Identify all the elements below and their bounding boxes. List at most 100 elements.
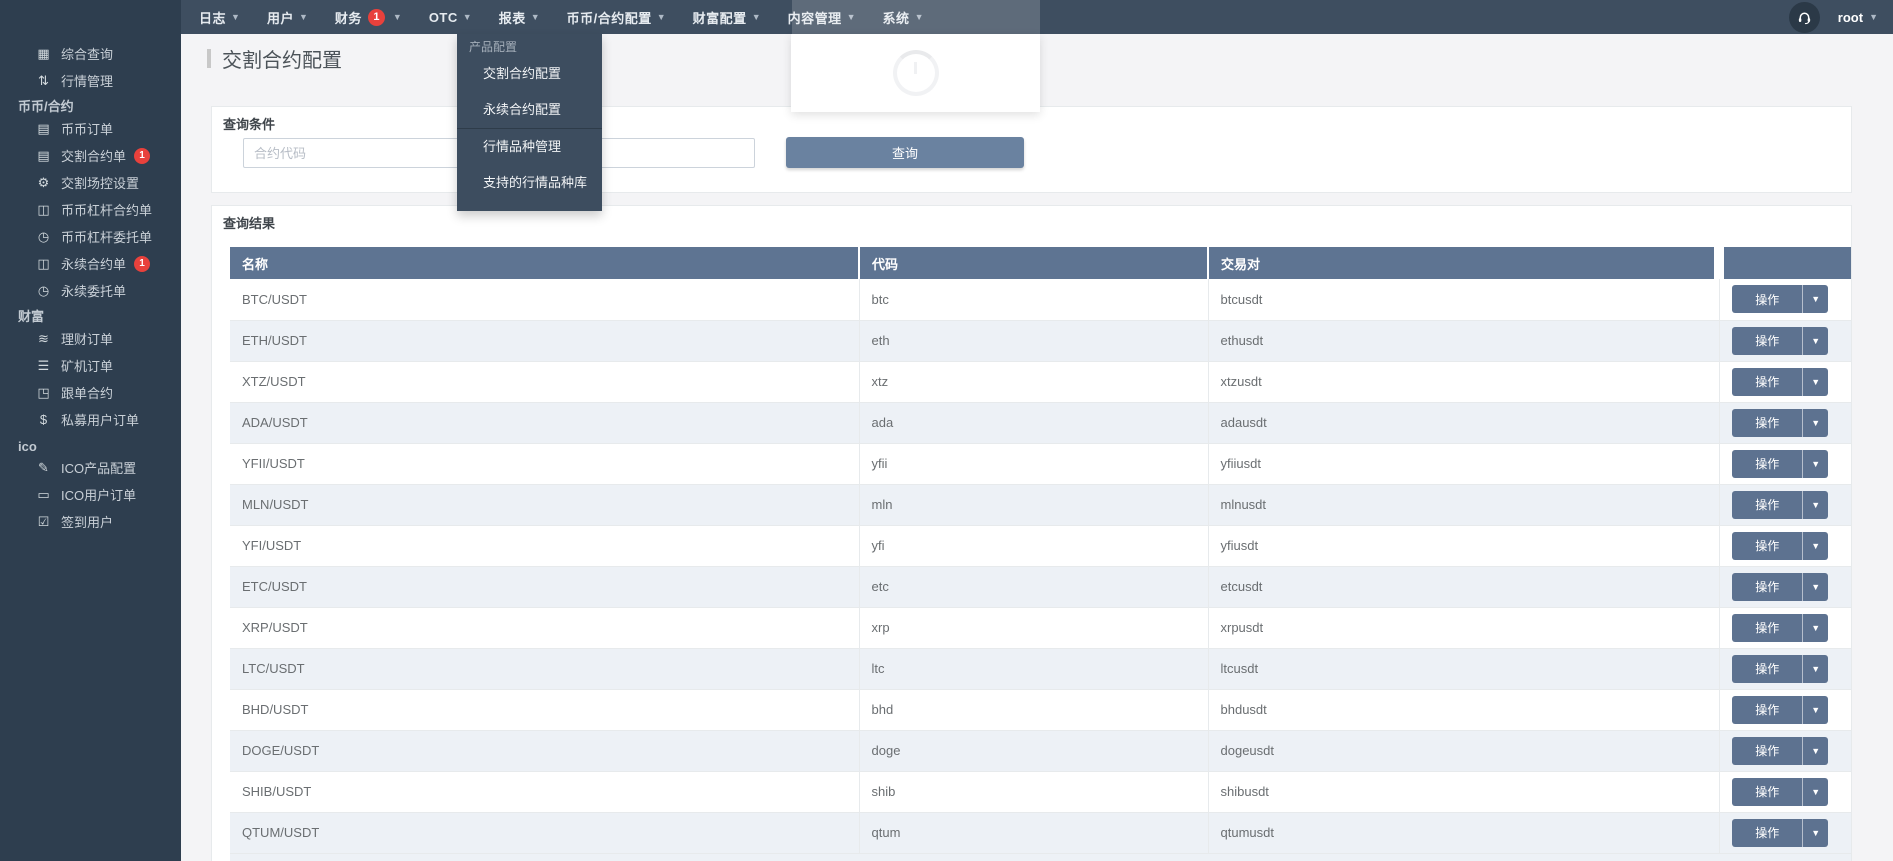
chevron-down-icon: ▼ [657, 12, 666, 22]
action-button[interactable]: 操作 [1732, 737, 1802, 765]
cell-code: ltc [859, 648, 1208, 689]
action-button[interactable]: 操作 [1732, 409, 1802, 437]
navbar-menu-item[interactable]: 报表 ▼ [499, 8, 540, 27]
notification-badge: 1 [134, 148, 150, 164]
action-dropdown-toggle[interactable]: ▼ [1802, 491, 1828, 519]
action-dropdown-toggle[interactable]: ▼ [1802, 614, 1828, 642]
action-button-group: 操作 ▼ [1732, 778, 1828, 806]
action-button[interactable]: 操作 [1732, 819, 1802, 847]
dropdown-menu-item[interactable]: 交割合约配置 [457, 56, 602, 92]
contract-copy-icon: ◫ [35, 202, 52, 218]
action-dropdown-toggle[interactable]: ▼ [1802, 409, 1828, 437]
action-dropdown-toggle[interactable]: ▼ [1802, 778, 1828, 806]
sidebar-item[interactable]: ☰ 矿机订单 [0, 352, 181, 379]
support-headset-button[interactable] [1789, 2, 1820, 33]
sidebar-item[interactable]: ⇅ 行情管理 [0, 67, 181, 94]
cell-actions: 操作 ▼ [1719, 402, 1851, 443]
cell-actions: 操作 ▼ [1719, 812, 1851, 853]
cell-actions: 操作 ▼ [1719, 566, 1851, 607]
cell-code: ada [859, 402, 1208, 443]
action-button[interactable]: 操作 [1732, 285, 1802, 313]
sidebar-item[interactable]: ⚙ 交割场控设置 [0, 169, 181, 196]
table-header-row: 名称 代码 交易对 [230, 247, 1851, 279]
cell-code: qtum [859, 812, 1208, 853]
navbar-user-area: root ▼ [1789, 0, 1893, 34]
dropdown-menu-item[interactable]: 支持的行情品种库 [457, 165, 602, 201]
sidebar-item[interactable]: ✎ ICO产品配置 [0, 454, 181, 481]
loading-box [791, 34, 1040, 112]
cell-actions: 操作 ▼ [1719, 771, 1851, 812]
sidebar-item[interactable]: ◫ 币币杠杆合约单 [0, 196, 181, 223]
navbar-menu-item[interactable]: 财务 1 ▼ [335, 8, 402, 27]
column-header-name: 名称 [230, 247, 859, 279]
action-button[interactable]: 操作 [1732, 532, 1802, 560]
sidebar-item[interactable]: ▦ 综合查询 [0, 40, 181, 67]
navbar-menu-item[interactable]: 财富配置 ▼ [693, 8, 761, 27]
action-button[interactable]: 操作 [1732, 696, 1802, 724]
follow-order-icon: ◳ [35, 385, 52, 401]
cell-code: xrp [859, 607, 1208, 648]
navbar-menu-label: OTC [429, 10, 458, 25]
action-dropdown-toggle[interactable]: ▼ [1802, 532, 1828, 560]
action-button[interactable]: 操作 [1732, 450, 1802, 478]
navbar-menu-item[interactable]: OTC ▼ [429, 10, 472, 25]
navbar-menu-item[interactable]: 用户 ▼ [267, 8, 308, 27]
sidebar-item[interactable]: ◳ 跟单合约 [0, 379, 181, 406]
sidebar-item[interactable]: ▤ 币币订单 [0, 115, 181, 142]
table-row: YFI/USDT yfi yfiusdt 操作 ▼ [230, 525, 1851, 566]
action-button[interactable]: 操作 [1732, 614, 1802, 642]
action-button-group: 操作 ▼ [1732, 532, 1828, 560]
action-button[interactable]: 操作 [1732, 327, 1802, 355]
action-button-group: 操作 ▼ [1732, 696, 1828, 724]
user-menu[interactable]: root [1838, 10, 1863, 25]
title-accent-bar [207, 49, 211, 68]
dropdown-menu-item[interactable]: 行情品种管理 [457, 129, 602, 165]
navbar-menu-item[interactable]: 币币/合约配置 ▼ [567, 8, 666, 27]
sidebar-item[interactable]: ☑ 签到用户 [0, 508, 181, 535]
chevron-down-icon: ▼ [463, 12, 472, 22]
table-body: BTC/USDT btc btcusdt 操作 ▼ [230, 279, 1851, 853]
cell-code: btc [859, 279, 1208, 320]
action-button[interactable]: 操作 [1732, 491, 1802, 519]
query-button[interactable]: 查询 [786, 137, 1024, 168]
cell-pair: btcusdt [1208, 279, 1719, 320]
cell-code: bhd [859, 689, 1208, 730]
action-dropdown-toggle[interactable]: ▼ [1802, 285, 1828, 313]
navbar-menu-label: 币币/合约配置 [567, 8, 652, 27]
product-config-icon: ✎ [35, 460, 52, 476]
column-header-actions [1719, 247, 1851, 279]
action-button[interactable]: 操作 [1732, 778, 1802, 806]
action-dropdown-toggle[interactable]: ▼ [1802, 573, 1828, 601]
column-header-code: 代码 [859, 247, 1208, 279]
cell-code: doge [859, 730, 1208, 771]
dropdown-menu-item[interactable]: 永续合约配置 [457, 92, 602, 128]
sidebar-item[interactable]: ◷ 永续委托单 [0, 277, 181, 304]
table-row: QTUM/USDT qtum qtumusdt 操作 ▼ [230, 812, 1851, 853]
action-dropdown-toggle[interactable]: ▼ [1802, 737, 1828, 765]
sidebar-item[interactable]: ▭ ICO用户订单 [0, 481, 181, 508]
sidebar-item[interactable]: ◫ 永续合约单 1 [0, 250, 181, 277]
action-dropdown-toggle[interactable]: ▼ [1802, 696, 1828, 724]
cell-name: XRP/USDT [230, 607, 859, 648]
action-button[interactable]: 操作 [1732, 368, 1802, 396]
cell-name: DOGE/USDT [230, 730, 859, 771]
action-button[interactable]: 操作 [1732, 655, 1802, 683]
action-dropdown-toggle[interactable]: ▼ [1802, 368, 1828, 396]
sidebar-item[interactable]: ≋ 理财订单 [0, 325, 181, 352]
table-row: ADA/USDT ada adausdt 操作 ▼ [230, 402, 1851, 443]
sidebar-item[interactable]: $ 私募用户订单 [0, 406, 181, 433]
page-title: 交割合约配置 [222, 44, 342, 73]
sidebar-item[interactable]: ▤ 交割合约单 1 [0, 142, 181, 169]
cell-code: etc [859, 566, 1208, 607]
sidebar-item[interactable]: ◷ 币币杠杆委托单 [0, 223, 181, 250]
action-dropdown-toggle[interactable]: ▼ [1802, 450, 1828, 478]
sidebar-item-label: 矿机订单 [61, 356, 113, 375]
action-dropdown-toggle[interactable]: ▼ [1802, 327, 1828, 355]
navbar-menu-label: 日志 [199, 8, 226, 27]
table-row: XRP/USDT xrp xrpusdt 操作 ▼ [230, 607, 1851, 648]
navbar-menu-item[interactable]: 日志 ▼ [199, 8, 240, 27]
results-panel: 查询结果 名称 代码 交易对 BTC/USDT [211, 205, 1852, 861]
action-button[interactable]: 操作 [1732, 573, 1802, 601]
action-dropdown-toggle[interactable]: ▼ [1802, 655, 1828, 683]
action-dropdown-toggle[interactable]: ▼ [1802, 819, 1828, 847]
